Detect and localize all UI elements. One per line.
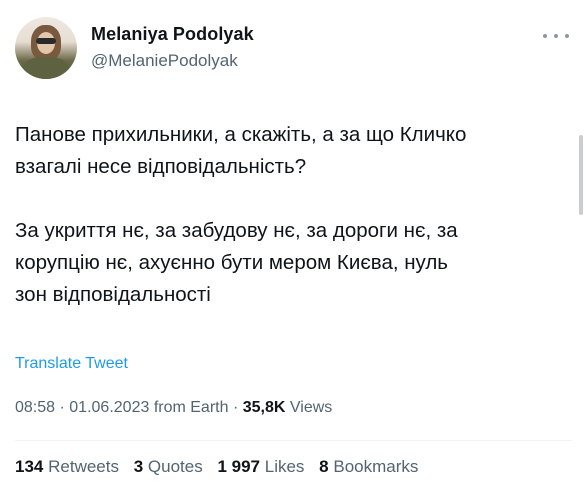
bookmarks-stat[interactable]: 8 Bookmarks bbox=[319, 457, 418, 476]
tweet-date[interactable]: 01.06.2023 bbox=[69, 399, 149, 416]
tweet-time[interactable]: 08:58 bbox=[15, 399, 55, 416]
tweet-meta: 08:58 · 01.06.2023 from Earth · 35,8K Vi… bbox=[15, 399, 333, 416]
tweet-text-line: Панове прихильники, а скажіть, а за що К… bbox=[15, 123, 467, 146]
tweet-stats: 134 Retweets 3 Quotes 1 997 Likes 8 Book… bbox=[15, 457, 428, 477]
divider bbox=[15, 440, 572, 441]
more-horizontal-icon[interactable] bbox=[543, 28, 569, 44]
author-name[interactable]: Melaniya Podolyak bbox=[91, 24, 254, 45]
translate-tweet-link[interactable]: Translate Tweet bbox=[15, 355, 128, 373]
tweet-text-line: зон відповідальності bbox=[15, 283, 211, 306]
scrollbar[interactable] bbox=[579, 135, 583, 215]
avatar[interactable] bbox=[15, 17, 77, 79]
previous-tweet-cutoff bbox=[0, 0, 587, 8]
author-handle[interactable]: @MelaniePodolyak bbox=[91, 51, 238, 71]
tweet-source: from Earth bbox=[153, 399, 229, 416]
tweet-text-line: взагалі несе відповідальність? bbox=[15, 155, 307, 178]
tweet-text: Панове прихильники, а скажіть, а за що К… bbox=[15, 119, 570, 311]
views-label: Views bbox=[289, 399, 333, 416]
tweet-text-line: За укриття нє, за забудову нє, за дороги… bbox=[15, 219, 458, 242]
quotes-stat[interactable]: 3 Quotes bbox=[134, 457, 203, 476]
likes-stat[interactable]: 1 997 Likes bbox=[217, 457, 304, 476]
views-count: 35,8K bbox=[242, 399, 286, 416]
tweet-text-line: корупцію нє, ахуєнно бути мером Києва, н… bbox=[15, 251, 448, 274]
retweets-stat[interactable]: 134 Retweets bbox=[15, 457, 119, 476]
